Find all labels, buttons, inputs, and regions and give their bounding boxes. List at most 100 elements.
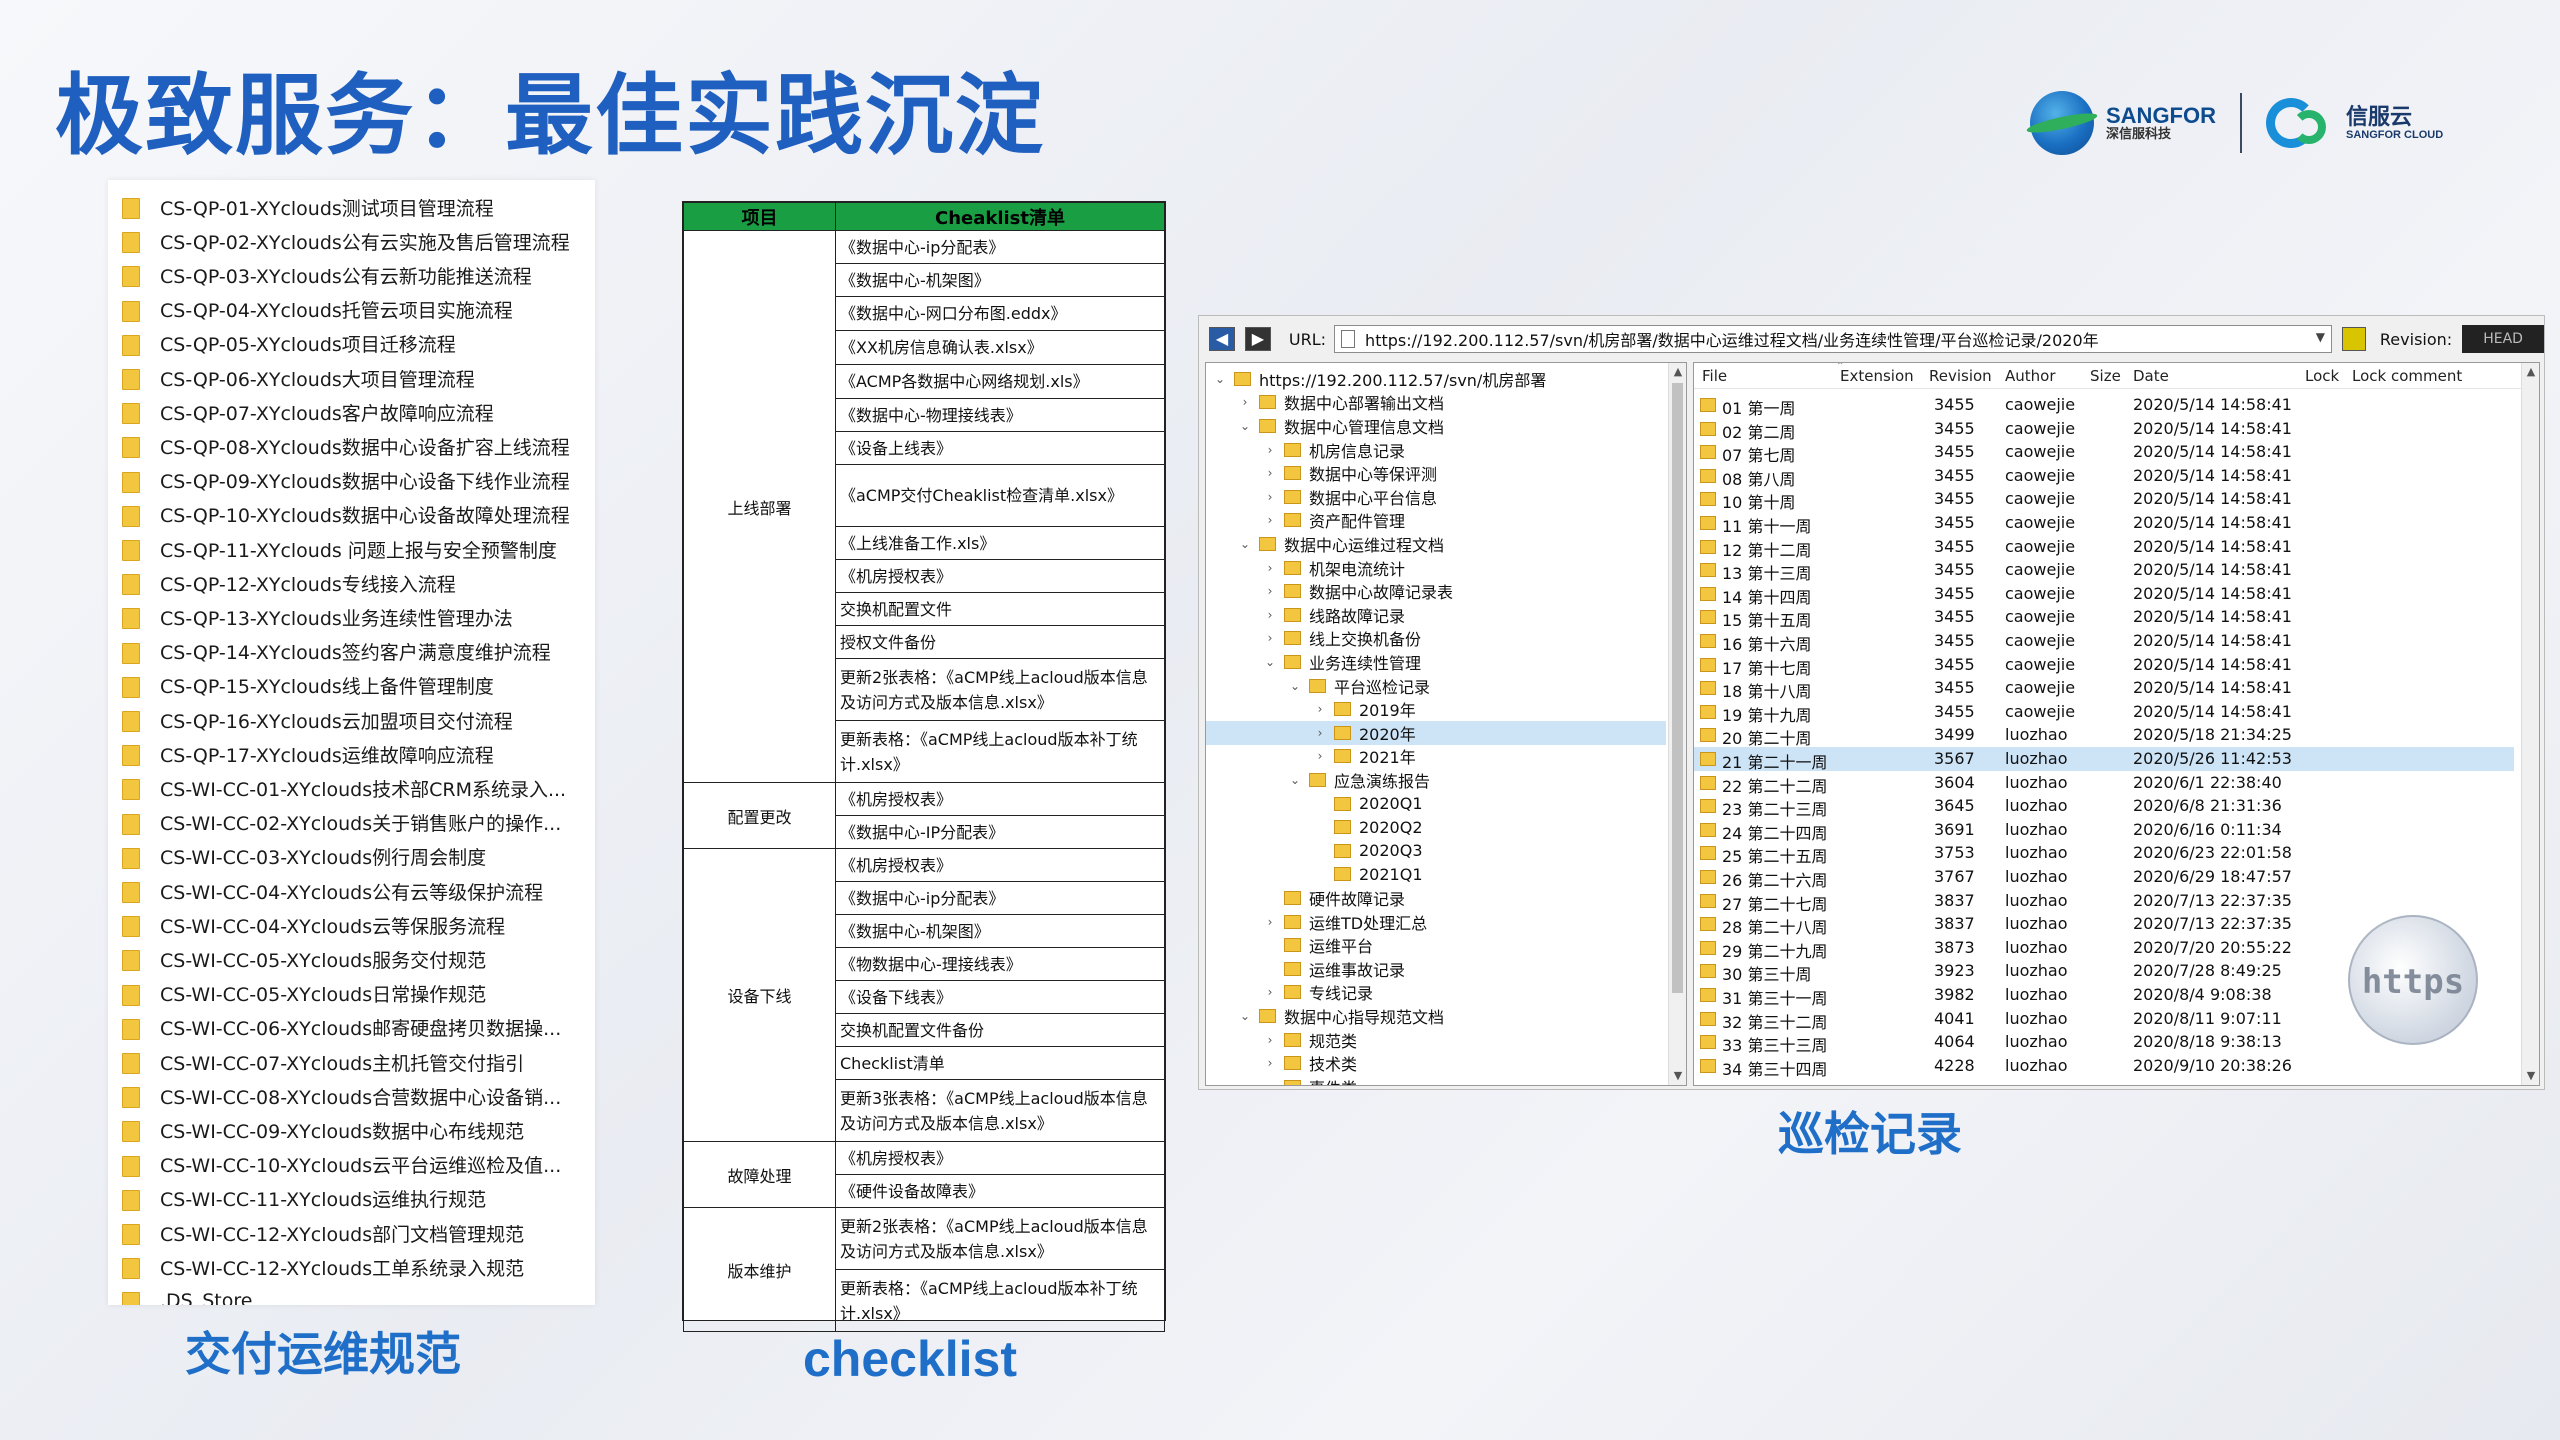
file-row[interactable]: CS-WI-CC-12-XYclouds工单系统录入规范 [108, 1250, 595, 1284]
list-item[interactable]: 23 第二十三周 3645 luozhao 2020/6/8 21:31:36 [1694, 794, 2514, 819]
col-file[interactable]: File [1702, 367, 1727, 385]
tree-node[interactable]: 2020Q1 [1206, 792, 1666, 816]
list-item[interactable]: 20 第二十周 3499 luozhao 2020/5/18 21:34:25 [1694, 723, 2514, 748]
tree-node[interactable]: › 专线记录 [1206, 981, 1666, 1005]
scroll-down-icon[interactable]: ▼ [2522, 1067, 2539, 1085]
list-item[interactable]: 24 第二十四周 3691 luozhao 2020/6/16 0:11:34 [1694, 818, 2514, 843]
file-row[interactable]: CS-WI-CC-11-XYclouds运维执行规范 [108, 1182, 595, 1216]
list-item[interactable]: 13 第十三周 3455 caowejie 2020/5/14 14:58:41 [1694, 558, 2514, 583]
list-item[interactable]: 25 第二十五周 3753 luozhao 2020/6/23 22:01:58 [1694, 841, 2514, 866]
chevron-right-icon[interactable]: › [1262, 561, 1278, 575]
list-item[interactable]: 15 第十五周 3455 caowejie 2020/5/14 14:58:41 [1694, 605, 2514, 630]
tree-scrollbar[interactable]: ▲ ▼ [1668, 363, 1686, 1085]
tree-node[interactable]: › 运维TD处理汇总 [1206, 910, 1666, 934]
chevron-right-icon[interactable]: › [1312, 726, 1328, 740]
tree-node[interactable]: 运维平台 [1206, 933, 1666, 957]
col-lock[interactable]: Lock [2305, 367, 2339, 385]
tree-node[interactable]: › 2021年 [1206, 745, 1666, 769]
tree-node[interactable]: ⌄ 数据中心指导规范文档 [1206, 1004, 1666, 1028]
list-item[interactable]: 10 第十周 3455 caowejie 2020/5/14 14:58:41 [1694, 487, 2514, 512]
list-item[interactable]: 26 第二十六周 3767 luozhao 2020/6/29 18:47:57 [1694, 865, 2514, 890]
list-item[interactable]: 34 第三十四周 4228 luozhao 2020/9/10 20:38:26 [1694, 1054, 2514, 1079]
chevron-right-icon[interactable]: › [1262, 631, 1278, 645]
scroll-up-icon[interactable]: ▲ [2522, 363, 2539, 381]
chevron-right-icon[interactable]: › [1262, 1056, 1278, 1070]
file-row[interactable]: CS-QP-05-XYclouds项目迁移流程 [108, 327, 595, 361]
col-size[interactable]: Size [2090, 367, 2121, 385]
chevron-down-icon[interactable]: ⌄ [1237, 1009, 1253, 1023]
scroll-up-icon[interactable]: ▲ [1669, 363, 1686, 381]
chevron-down-icon[interactable]: ▼ [2316, 330, 2325, 344]
tree-node[interactable]: › 线上交换机备份 [1206, 627, 1666, 651]
back-arrow-icon[interactable]: ◀ [1209, 327, 1235, 351]
tree-node[interactable]: 2020Q2 [1206, 815, 1666, 839]
file-row[interactable]: CS-QP-01-XYclouds测试项目管理流程 [108, 190, 595, 224]
col-date[interactable]: Date [2133, 367, 2169, 385]
list-item[interactable]: 22 第二十二周 3604 luozhao 2020/6/1 22:38:40 [1694, 771, 2514, 796]
tree-node[interactable]: › 机房信息记录 [1206, 438, 1666, 462]
chevron-right-icon[interactable]: › [1262, 466, 1278, 480]
tree-node[interactable]: › 2020年 [1206, 721, 1666, 745]
chevron-right-icon[interactable]: › [1262, 490, 1278, 504]
file-row[interactable]: CS-WI-CC-10-XYclouds云平台运维巡检及值... [108, 1148, 595, 1182]
tree-node[interactable]: 2020Q3 [1206, 839, 1666, 863]
list-item[interactable]: 08 第八周 3455 caowejie 2020/5/14 14:58:41 [1694, 464, 2514, 489]
url-input[interactable]: https://192.200.112.57/svn/机房部署/数据中心运维过程… [1334, 325, 2332, 353]
file-row[interactable]: CS-WI-CC-06-XYclouds邮寄硬盘拷贝数据操... [108, 1011, 595, 1045]
file-row[interactable]: CS-QP-09-XYclouds数据中心设备下线作业流程 [108, 464, 595, 498]
tree-node[interactable]: ⌄ 应急演练报告 [1206, 768, 1666, 792]
file-row[interactable]: CS-QP-03-XYclouds公有云新功能推送流程 [108, 258, 595, 292]
file-row[interactable]: CS-WI-CC-08-XYclouds合营数据中心设备销... [108, 1079, 595, 1113]
file-row[interactable]: CS-QP-04-XYclouds托管云项目实施流程 [108, 293, 595, 327]
file-row[interactable]: CS-QP-02-XYclouds公有云实施及售后管理流程 [108, 224, 595, 258]
list-item[interactable]: 16 第十六周 3455 caowejie 2020/5/14 14:58:41 [1694, 629, 2514, 654]
file-row[interactable]: CS-WI-CC-03-XYclouds例行周会制度 [108, 840, 595, 874]
tree-node[interactable]: › 2019年 [1206, 697, 1666, 721]
file-row[interactable]: CS-QP-10-XYclouds数据中心设备故障处理流程 [108, 498, 595, 532]
file-row[interactable]: CS-WI-CC-04-XYclouds公有云等级保护流程 [108, 874, 595, 908]
tree-node[interactable]: › 数据中心平台信息 [1206, 485, 1666, 509]
col-author[interactable]: Author [2005, 367, 2056, 385]
file-row[interactable]: CS-WI-CC-12-XYclouds部门文档管理规范 [108, 1216, 595, 1250]
list-item[interactable]: 07 第七周 3455 caowejie 2020/5/14 14:58:41 [1694, 440, 2514, 465]
list-item[interactable]: 12 第十二周 3455 caowejie 2020/5/14 14:58:41 [1694, 535, 2514, 560]
tree-node[interactable]: ⌄ 数据中心管理信息文档 [1206, 414, 1666, 438]
chevron-right-icon[interactable]: › [1262, 443, 1278, 457]
file-row[interactable]: CS-WI-CC-01-XYclouds技术部CRM系统录入... [108, 771, 595, 805]
file-row[interactable]: CS-WI-CC-09-XYclouds数据中心布线规范 [108, 1113, 595, 1147]
file-row[interactable]: CS-WI-CC-04-XYclouds云等保服务流程 [108, 908, 595, 942]
chevron-right-icon[interactable]: › [1312, 702, 1328, 716]
col-revision[interactable]: Revision [1929, 367, 1992, 385]
file-row[interactable]: CS-WI-CC-02-XYclouds关于销售账户的操作... [108, 806, 595, 840]
scroll-thumb[interactable] [1672, 383, 1683, 993]
chevron-down-icon[interactable]: ⌄ [1237, 419, 1253, 433]
tree-node[interactable]: 运维事故记录 [1206, 957, 1666, 981]
list-item[interactable]: 19 第十九周 3455 caowejie 2020/5/14 14:58:41 [1694, 700, 2514, 725]
chevron-right-icon[interactable]: › [1262, 985, 1278, 999]
list-item[interactable]: 17 第十七周 3455 caowejie 2020/5/14 14:58:41 [1694, 653, 2514, 678]
revision-button[interactable]: HEAD [2462, 325, 2544, 353]
chevron-right-icon[interactable]: › [1262, 1033, 1278, 1047]
list-item[interactable]: 02 第二周 3455 caowejie 2020/5/14 14:58:41 [1694, 417, 2514, 442]
file-row[interactable]: CS-QP-14-XYclouds签约客户满意度维护流程 [108, 635, 595, 669]
list-item[interactable]: 21 第二十一周 3567 luozhao 2020/5/26 11:42:53 [1694, 747, 2514, 772]
file-row[interactable]: CS-QP-08-XYclouds数据中心设备扩容上线流程 [108, 429, 595, 463]
file-row[interactable]: CS-QP-13-XYclouds业务连续性管理办法 [108, 600, 595, 634]
tree-node[interactable]: ⌄ 业务连续性管理 [1206, 650, 1666, 674]
file-row[interactable]: CS-QP-11-XYclouds 问题上报与安全预警制度 [108, 532, 595, 566]
chevron-right-icon[interactable]: › [1262, 513, 1278, 527]
tree-node[interactable]: ⌄ 平台巡检记录 [1206, 674, 1666, 698]
file-row[interactable]: CS-QP-12-XYclouds专线接入流程 [108, 566, 595, 600]
chevron-down-icon[interactable]: ⌄ [1237, 537, 1253, 551]
scroll-down-icon[interactable]: ▼ [1669, 1067, 1686, 1085]
list-item[interactable]: 11 第十一周 3455 caowejie 2020/5/14 14:58:41 [1694, 511, 2514, 536]
list-item[interactable]: 01 第一周 3455 caowejie 2020/5/14 14:58:41 [1694, 393, 2514, 418]
revision-picker-icon[interactable] [2341, 327, 2366, 351]
chevron-right-icon[interactable]: › [1262, 608, 1278, 622]
file-row[interactable]: CS-QP-07-XYclouds客户故障响应流程 [108, 395, 595, 429]
chevron-down-icon[interactable]: ⌄ [1262, 655, 1278, 669]
file-row[interactable]: CS-WI-CC-07-XYclouds主机托管交付指引 [108, 1045, 595, 1079]
chevron-right-icon[interactable]: › [1237, 395, 1253, 409]
file-row[interactable]: CS-QP-06-XYclouds大项目管理流程 [108, 361, 595, 395]
tree-node[interactable]: › 线路故障记录 [1206, 603, 1666, 627]
